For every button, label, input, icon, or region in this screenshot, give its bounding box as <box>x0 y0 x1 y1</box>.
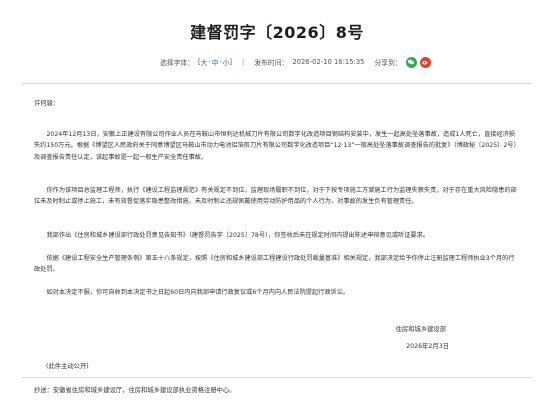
weibo-icon[interactable] <box>419 56 431 68</box>
font-size-separator: · <box>208 58 211 66</box>
salutation: 许何骏： <box>34 100 60 107</box>
meta-line: 选择字体： [ 大 · 中 · 小 ] | 发布时间： 2026-02-10 1… <box>160 54 434 70</box>
paragraph-appeal: 如对本决定不服，你可自收到本决定书之日起60日内向我部申请行政复议或6个月内向人… <box>46 289 350 297</box>
paragraph-responsibility: 你作为该项目总监理工程师，执行《建设工程监理规范》有关规定不到位，监理现场履职不… <box>34 187 517 206</box>
share-label: 分享到： <box>374 59 402 67</box>
font-size-label: 选择字体： <box>160 59 194 67</box>
font-size-small-link[interactable]: 小 <box>223 57 230 67</box>
wechat-icon[interactable] <box>405 56 417 68</box>
paragraph-notice: 我部作出《住房和城乡建设部行政处罚意见告知书》（建督罚告字〔2025〕78号），… <box>46 232 429 240</box>
meta-divider: | <box>242 58 245 66</box>
font-size-separator: · <box>219 58 222 66</box>
public-note: (此件主动公开) <box>46 363 89 370</box>
paragraph-incident: 2024年12月13日，安徽上正建设有限公司作业人员在马鞍山市恒利达机械刀片有限… <box>34 131 520 161</box>
font-size-medium-link[interactable]: 中 <box>212 57 219 67</box>
signature-org: 住房和城乡建设部 <box>395 326 446 333</box>
font-size-bracket-close: ] <box>229 58 233 66</box>
header-divider <box>22 83 532 84</box>
cc-line: 抄送：安徽省住房和城乡建设厅，住房和城乡建设部执业资格注册中心。 <box>34 387 236 394</box>
publish-time: 2026-02-10 16:15:35 <box>292 58 365 66</box>
signature-date: 2026年2月3日 <box>406 343 449 350</box>
font-size-large-link[interactable]: 大 <box>201 57 208 67</box>
cc-divider <box>22 377 532 378</box>
paragraph-decision: 依据《建设工程安全生产管理条例》第五十八条规定，按照《住房和城乡建设部工程建设行… <box>34 255 515 274</box>
page-title: 建督罚字〔2026〕8号 <box>190 23 364 42</box>
publish-time-label: 发布时间： <box>254 59 289 67</box>
